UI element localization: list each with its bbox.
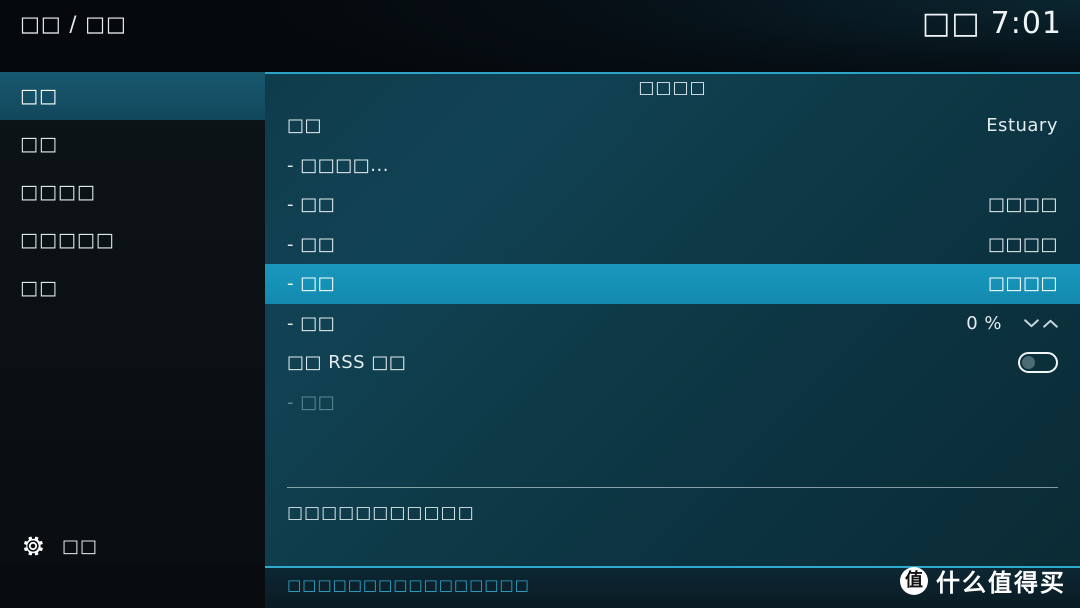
toggle-knob <box>1022 356 1035 370</box>
setting-value: □□□□ <box>987 194 1058 216</box>
sidebar-item-2[interactable]: □□□□ <box>0 168 265 216</box>
setting-row-theme[interactable]: - □□ □□□□ <box>265 185 1080 225</box>
rss-toggle-switch[interactable] <box>1018 352 1058 374</box>
setting-row-rss-feeds[interactable]: □□ RSS □□ <box>265 343 1080 383</box>
setting-row-rss-edit-disabled: - □□ <box>265 383 1080 423</box>
watermark-text: 什么值得买 <box>936 569 1066 597</box>
setting-label: - □□□□... <box>287 154 389 176</box>
setting-value: 0 % <box>966 312 1002 334</box>
sidebar-settings-entry[interactable]: □□ <box>0 526 265 566</box>
setting-row-colours[interactable]: - □□ □□□□ <box>265 225 1080 265</box>
setting-label: - □□ <box>287 273 336 295</box>
sidebar-item-label: □□ <box>20 85 58 107</box>
setting-row-fonts-selected[interactable]: - □□ □□□□ <box>265 264 1080 304</box>
sidebar-item-label: □□□□□ <box>20 229 115 251</box>
description-divider <box>287 487 1058 488</box>
footer-hint-text: □□□□□□□□□□□□□□□□ <box>287 576 530 594</box>
clock: □□ 7:01 <box>922 6 1062 41</box>
top-header-bar: □□ / □□ □□ 7:01 <box>0 0 1080 72</box>
watermark-logo-icon: 值 <box>900 566 928 595</box>
setting-row-zoom[interactable]: - □□ 0 % <box>265 304 1080 344</box>
setting-label: □□ <box>287 115 323 137</box>
sidebar-item-label: □□□□ <box>20 181 96 203</box>
sidebar-item-3[interactable]: □□□□□ <box>0 216 265 264</box>
setting-value: □□□□ <box>987 233 1058 255</box>
gear-icon <box>24 536 43 556</box>
setting-label: □□ RSS □□ <box>287 352 407 374</box>
sidebar-item-label: □□ <box>20 277 58 299</box>
clock-day-label: □□ <box>921 6 981 41</box>
panel-title: □□□□ <box>638 78 707 98</box>
sidebar: □□ □□ □□□□ □□□□□ □□ □□ <box>0 72 265 608</box>
setting-description: □□□□□□□□□□□ <box>287 503 475 523</box>
setting-row-configure[interactable]: - □□□□... <box>265 146 1080 186</box>
settings-list: □□ Estuary - □□□□... - □□ □□□□ - □□ □□□□… <box>265 106 1080 422</box>
sidebar-settings-label: □□ <box>62 535 99 557</box>
chevron-up-icon[interactable] <box>1043 319 1058 328</box>
sidebar-item-1[interactable]: □□ <box>0 120 265 168</box>
setting-value: □□□□ <box>987 273 1058 295</box>
setting-row-skin[interactable]: □□ Estuary <box>265 106 1080 146</box>
sidebar-item-0[interactable]: □□ <box>0 72 265 120</box>
setting-value: Estuary <box>986 115 1058 137</box>
sidebar-bottom-strip <box>0 566 265 608</box>
kodi-settings-screen: □□ / □□ □□ 7:01 □□ □□ □□□□ □□□□□ □□ □□ □… <box>0 0 1080 608</box>
setting-label: - □□ <box>287 391 336 413</box>
sidebar-item-label: □□ <box>20 133 58 155</box>
panel-top-accent-line <box>265 72 1080 74</box>
setting-label: - □□ <box>287 312 336 334</box>
clock-time-label: 7:01 <box>990 6 1062 41</box>
watermark: 值 什么值得买 <box>900 563 1066 598</box>
settings-panel: □□□□ □□ Estuary - □□□□... - □□ □□□□ - □□… <box>265 72 1080 608</box>
setting-label: - □□ <box>287 233 336 255</box>
spinner-control[interactable] <box>1020 319 1058 328</box>
sidebar-item-4[interactable]: □□ <box>0 264 265 312</box>
breadcrumb: □□ / □□ <box>20 12 127 36</box>
setting-label: - □□ <box>287 194 336 216</box>
chevron-down-icon[interactable] <box>1024 319 1039 328</box>
